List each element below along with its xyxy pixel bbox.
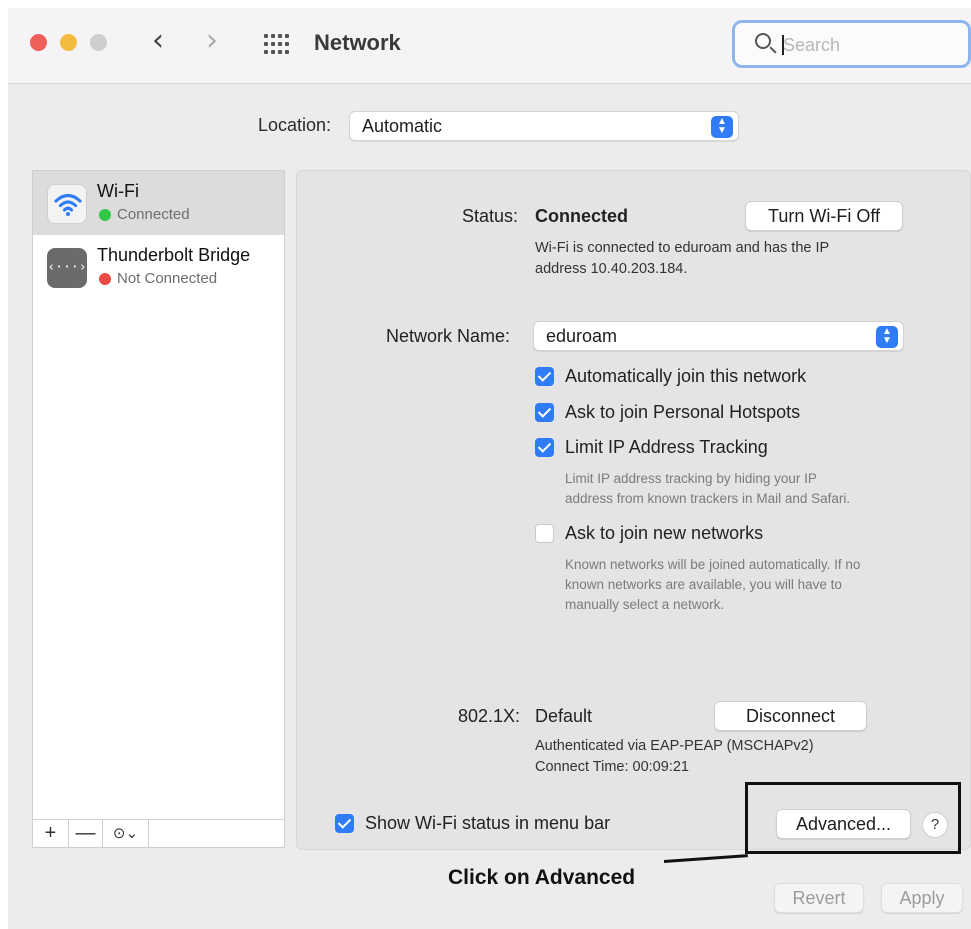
- annotation-highlight-box: [745, 782, 961, 854]
- network-name-select[interactable]: eduroam ▲ ▼: [533, 321, 904, 351]
- select-stepper-icon: ▲ ▼: [711, 116, 733, 138]
- text-caret: [782, 35, 784, 55]
- auto-join-checkbox[interactable]: [535, 367, 554, 386]
- zoom-window-button[interactable]: [90, 34, 107, 51]
- status-description-line2: address 10.40.203.184.: [535, 261, 688, 277]
- wifi-icon: [47, 184, 87, 224]
- dot1x-label: 802.1X:: [458, 706, 521, 726]
- show-wifi-status-label: Show Wi-Fi status in menu bar: [365, 813, 611, 833]
- personal-hotspots-label: Ask to join Personal Hotspots: [565, 402, 801, 422]
- back-chevron-icon[interactable]: ‹: [152, 26, 164, 56]
- remove-service-button[interactable]: —: [69, 820, 103, 847]
- new-networks-note-line1: Known networks will be joined automatica…: [565, 557, 861, 572]
- service-status: Connected: [117, 206, 190, 223]
- service-name: Wi-Fi: [97, 181, 139, 201]
- limit-ip-note-line1: Limit IP address tracking by hiding your…: [565, 471, 817, 486]
- search-field[interactable]: Search: [732, 20, 971, 68]
- status-dot-green: [99, 209, 111, 221]
- ask-new-networks-checkbox[interactable]: [535, 524, 554, 543]
- show-wifi-status-checkbox[interactable]: [335, 814, 354, 833]
- new-networks-note-line2: known networks are available, you will h…: [565, 577, 842, 592]
- status-label: Status:: [462, 206, 519, 226]
- title-bar: ‹ › Network Search: [8, 8, 971, 84]
- auth-method-text: Authenticated via EAP-PEAP (MSCHAPv2): [535, 738, 814, 754]
- auto-join-label: Automatically join this network: [565, 366, 807, 386]
- revert-button[interactable]: Revert: [774, 883, 864, 913]
- service-status: Not Connected: [117, 270, 218, 287]
- apply-button[interactable]: Apply: [881, 883, 963, 913]
- service-list: Wi-Fi Connected ‹···› Thunderbolt Bridge…: [32, 170, 285, 848]
- search-icon: [755, 33, 771, 49]
- minimize-window-button[interactable]: [60, 34, 77, 51]
- thunderbolt-bridge-icon: ‹···›: [47, 248, 87, 288]
- turn-wifi-off-button[interactable]: Turn Wi-Fi Off: [745, 201, 903, 231]
- personal-hotspots-checkbox[interactable]: [535, 403, 554, 422]
- status-dot-red: [99, 273, 111, 285]
- limit-ip-tracking-checkbox[interactable]: [535, 438, 554, 457]
- annotation-caption: Click on Advanced: [448, 866, 636, 889]
- connect-time-text: Connect Time: 00:09:21: [535, 759, 689, 775]
- network-name-value: eduroam: [546, 326, 618, 346]
- location-label: Location:: [258, 115, 332, 135]
- service-actions-menu-button[interactable]: ⊙⌄: [103, 820, 149, 847]
- add-service-button[interactable]: +: [33, 820, 69, 847]
- select-stepper-icon: ▲ ▼: [876, 326, 898, 348]
- forward-chevron-icon[interactable]: ›: [206, 26, 218, 56]
- location-select[interactable]: Automatic ▲ ▼: [349, 111, 739, 141]
- service-name: Thunderbolt Bridge: [97, 245, 251, 265]
- service-item-thunderbolt-bridge[interactable]: ‹···› Thunderbolt Bridge Not Connected: [33, 235, 284, 299]
- ask-new-networks-label: Ask to join new networks: [565, 523, 764, 543]
- wifi-detail-panel: Status: Connected Turn Wi-Fi Off Wi-Fi i…: [296, 170, 971, 850]
- dot1x-value: Default: [535, 706, 593, 726]
- window-title: Network: [314, 30, 401, 55]
- disconnect-button[interactable]: Disconnect: [714, 701, 867, 731]
- limit-ip-note-line2: address from known trackers in Mail and …: [565, 491, 851, 506]
- service-item-wifi[interactable]: Wi-Fi Connected: [33, 171, 284, 235]
- new-networks-note-line3: manually select a network.: [565, 597, 725, 612]
- close-window-button[interactable]: [30, 34, 47, 51]
- status-value: Connected: [535, 206, 629, 226]
- status-description-line1: Wi-Fi is connected to eduroam and has th…: [535, 240, 830, 256]
- network-name-label: Network Name:: [386, 326, 511, 346]
- search-placeholder: Search: [783, 35, 841, 55]
- location-value: Automatic: [362, 116, 443, 136]
- limit-ip-tracking-label: Limit IP Address Tracking: [565, 437, 768, 457]
- service-list-toolbar: + — ⊙⌄: [33, 819, 284, 847]
- show-all-grid-icon[interactable]: [264, 34, 290, 54]
